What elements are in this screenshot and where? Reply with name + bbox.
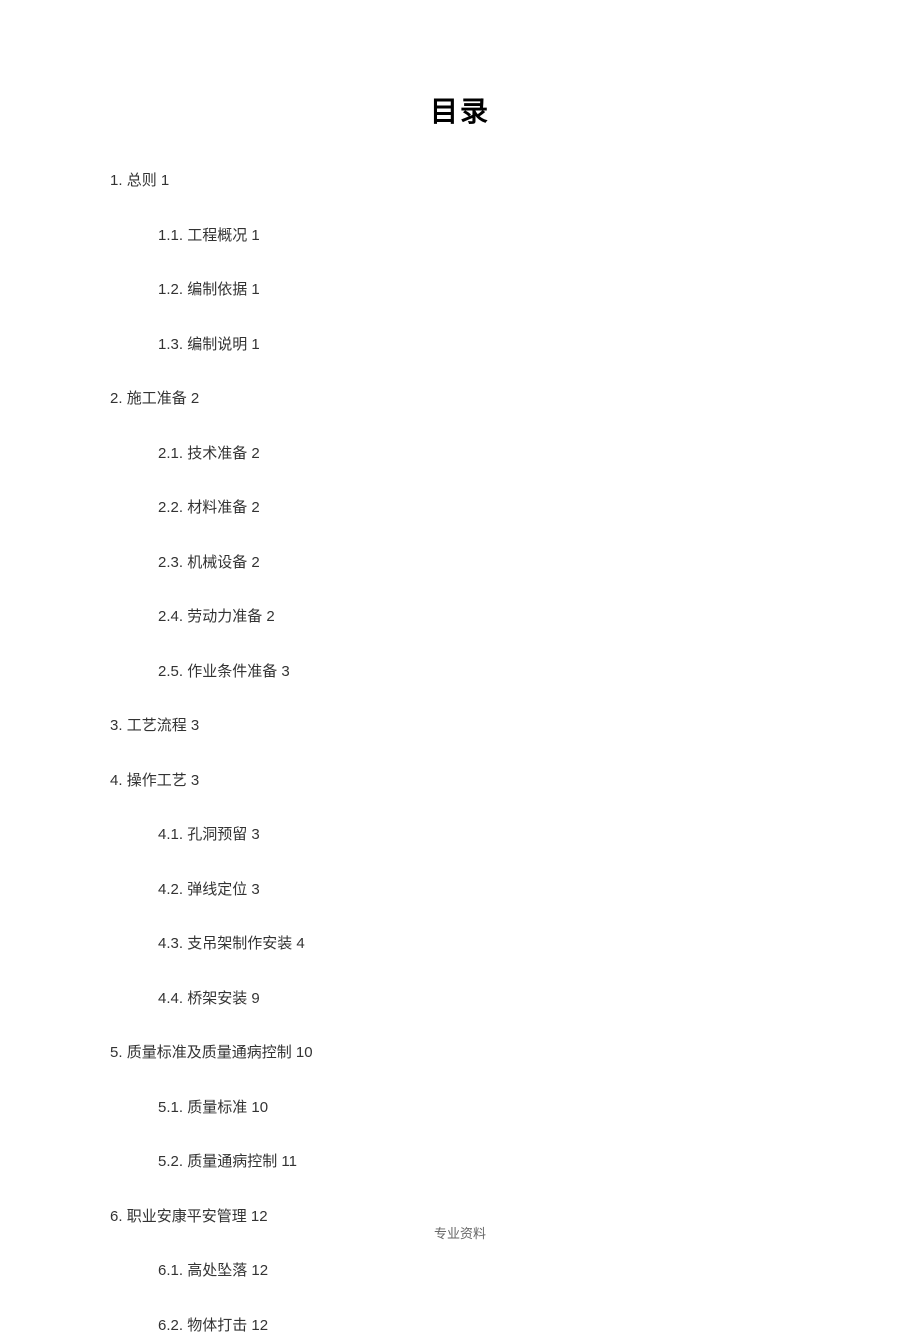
toc-entry: 4.1. 孔洞预留 3: [158, 824, 810, 847]
toc-page: 3: [251, 826, 259, 843]
toc-entry: 2.2. 材料准备 2: [158, 497, 810, 520]
toc-entry: 4.4. 桥架安装 9: [158, 988, 810, 1011]
toc-page: 4: [296, 935, 304, 952]
toc-number: 2.1.: [158, 445, 183, 462]
toc-number: 5.1.: [158, 1099, 183, 1116]
toc-number: 4.3.: [158, 935, 183, 952]
toc-text: 支吊架制作安装: [187, 935, 292, 952]
toc-entry: 4. 操作工艺 3: [110, 770, 810, 793]
toc-text: 操作工艺: [127, 772, 187, 789]
toc-page: 3: [281, 663, 289, 680]
toc-page: 12: [251, 1262, 268, 1279]
toc-entry: 2.1. 技术准备 2: [158, 443, 810, 466]
toc-entry: 2. 施工准备 2: [110, 388, 810, 411]
toc-number: 1.1.: [158, 227, 183, 244]
toc-number: 4.1.: [158, 826, 183, 843]
toc-page: 2: [191, 390, 199, 407]
toc-page: 2: [266, 608, 274, 625]
toc-number: 4.: [110, 772, 123, 789]
toc-entry: 4.3. 支吊架制作安装 4: [158, 933, 810, 956]
toc-page: 12: [251, 1208, 268, 1225]
document-page: 目录 1. 总则 1 1.1. 工程概况 1 1.2. 编制依据 1 1.3. …: [0, 0, 920, 1337]
toc-page: 12: [251, 1317, 268, 1334]
toc-number: 6.1.: [158, 1262, 183, 1279]
toc-text: 桥架安装: [187, 990, 247, 1007]
toc-number: 2.4.: [158, 608, 183, 625]
toc-text: 工程概况: [187, 227, 247, 244]
toc-entry: 3. 工艺流程 3: [110, 715, 810, 738]
toc-text: 作业条件准备: [187, 663, 277, 680]
toc-number: 5.2.: [158, 1153, 183, 1170]
toc-number: 1.3.: [158, 336, 183, 353]
toc-entry: 2.4. 劳动力准备 2: [158, 606, 810, 629]
toc-text: 质量标准: [187, 1099, 247, 1116]
toc-page: 1: [251, 281, 259, 298]
toc-entry: 5.2. 质量通病控制 11: [158, 1151, 810, 1174]
toc-text: 技术准备: [187, 445, 247, 462]
toc-text: 物体打击: [187, 1317, 247, 1334]
toc-page: 11: [281, 1153, 297, 1170]
toc-text: 劳动力准备: [187, 608, 262, 625]
toc-entry: 1.3. 编制说明 1: [158, 334, 810, 357]
toc-number: 1.2.: [158, 281, 183, 298]
toc-text: 编制说明: [187, 336, 247, 353]
toc-text: 质量标准及质量通病控制: [127, 1044, 292, 1061]
toc-entry: 4.2. 弹线定位 3: [158, 879, 810, 902]
toc-entry: 6.2. 物体打击 12: [158, 1315, 810, 1337]
toc-page: 2: [251, 554, 259, 571]
toc-number: 4.4.: [158, 990, 183, 1007]
toc-number: 5.: [110, 1044, 123, 1061]
toc-page: 2: [251, 445, 259, 462]
toc-text: 材料准备: [187, 499, 247, 516]
toc-number: 6.2.: [158, 1317, 183, 1334]
toc-page: 3: [191, 772, 199, 789]
toc-page: 9: [251, 990, 259, 1007]
toc-text: 质量通病控制: [187, 1153, 277, 1170]
toc-number: 2.: [110, 390, 123, 407]
toc-text: 工艺流程: [127, 717, 187, 734]
toc-text: 编制依据: [187, 281, 247, 298]
toc-text: 总则: [127, 172, 157, 189]
toc-page: 3: [191, 717, 199, 734]
toc-entry: 5.1. 质量标准 10: [158, 1097, 810, 1120]
toc-text: 机械设备: [187, 554, 247, 571]
toc-page: 2: [251, 499, 259, 516]
toc-number: 4.2.: [158, 881, 183, 898]
toc-entry: 1.1. 工程概况 1: [158, 225, 810, 248]
toc-number: 6.: [110, 1208, 123, 1225]
toc-text: 施工准备: [127, 390, 187, 407]
toc-page: 1: [251, 336, 259, 353]
toc-entry: 1.2. 编制依据 1: [158, 279, 810, 302]
toc-entry: 2.3. 机械设备 2: [158, 552, 810, 575]
toc-text: 高处坠落: [187, 1262, 247, 1279]
toc-page: 1: [161, 172, 169, 189]
toc-number: 2.2.: [158, 499, 183, 516]
document-title: 目录: [110, 90, 810, 130]
toc-number: 2.3.: [158, 554, 183, 571]
toc-text: 孔洞预留: [187, 826, 247, 843]
toc-page: 3: [251, 881, 259, 898]
toc-page: 10: [251, 1099, 268, 1116]
toc-entry: 1. 总则 1: [110, 170, 810, 193]
toc-number: 1.: [110, 172, 123, 189]
toc-page: 1: [251, 227, 259, 244]
toc-entry: 5. 质量标准及质量通病控制 10: [110, 1042, 810, 1065]
toc-text: 职业安康平安管理: [127, 1208, 247, 1225]
toc-number: 3.: [110, 717, 123, 734]
toc-page: 10: [296, 1044, 313, 1061]
toc-entry: 6.1. 高处坠落 12: [158, 1260, 810, 1283]
toc-entry: 2.5. 作业条件准备 3: [158, 661, 810, 684]
toc-text: 弹线定位: [187, 881, 247, 898]
page-footer: 专业资料: [0, 1223, 920, 1242]
table-of-contents: 1. 总则 1 1.1. 工程概况 1 1.2. 编制依据 1 1.3. 编制说…: [110, 170, 810, 1337]
toc-number: 2.5.: [158, 663, 183, 680]
